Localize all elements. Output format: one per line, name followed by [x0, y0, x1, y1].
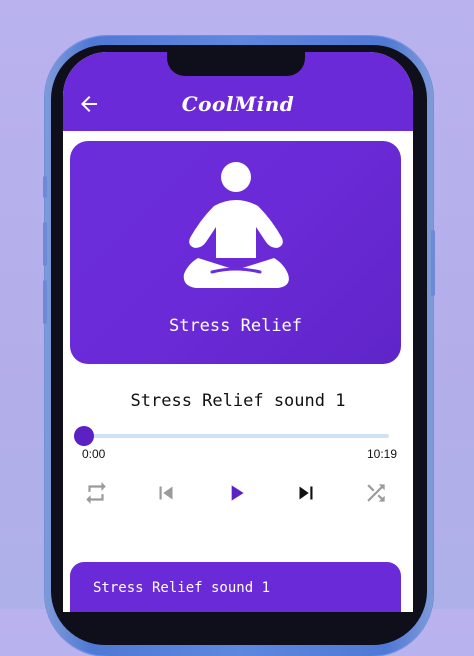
track-title: Stress Relief sound 1: [130, 391, 346, 411]
phone-side-button-left-3: [43, 280, 47, 324]
playlist-item[interactable]: Stress Relief sound 1: [70, 562, 401, 612]
shuffle-button[interactable]: [363, 480, 389, 506]
next-button[interactable]: [293, 480, 319, 506]
seek-thumb[interactable]: [74, 426, 94, 446]
meditation-icon: [183, 162, 289, 288]
category-label: Stress Relief: [168, 316, 303, 336]
repeat-button[interactable]: [83, 480, 109, 506]
play-button[interactable]: [223, 480, 249, 506]
time-elapsed: 0:00: [82, 447, 106, 461]
repeat-icon: [86, 482, 106, 504]
previous-icon: [159, 486, 173, 500]
category-hero-card: Stress Relief: [70, 141, 401, 364]
phone-notch: [167, 52, 305, 76]
play-icon: [231, 485, 244, 501]
app-screen: CoolMind Stress Relief Stress Relief sou…: [63, 52, 413, 612]
phone-side-button-right: [431, 230, 435, 296]
shuffle-icon: [367, 484, 385, 502]
seek-bar[interactable]: [83, 434, 389, 438]
previous-button[interactable]: [153, 480, 179, 506]
app-title: CoolMind: [181, 92, 295, 116]
playlist-item-label: Stress Relief sound 1: [93, 580, 271, 596]
phone-side-button-left-1: [43, 176, 47, 198]
time-total: 10:19: [366, 447, 397, 461]
phone-side-button-left-2: [43, 222, 47, 266]
next-icon: [299, 486, 313, 500]
